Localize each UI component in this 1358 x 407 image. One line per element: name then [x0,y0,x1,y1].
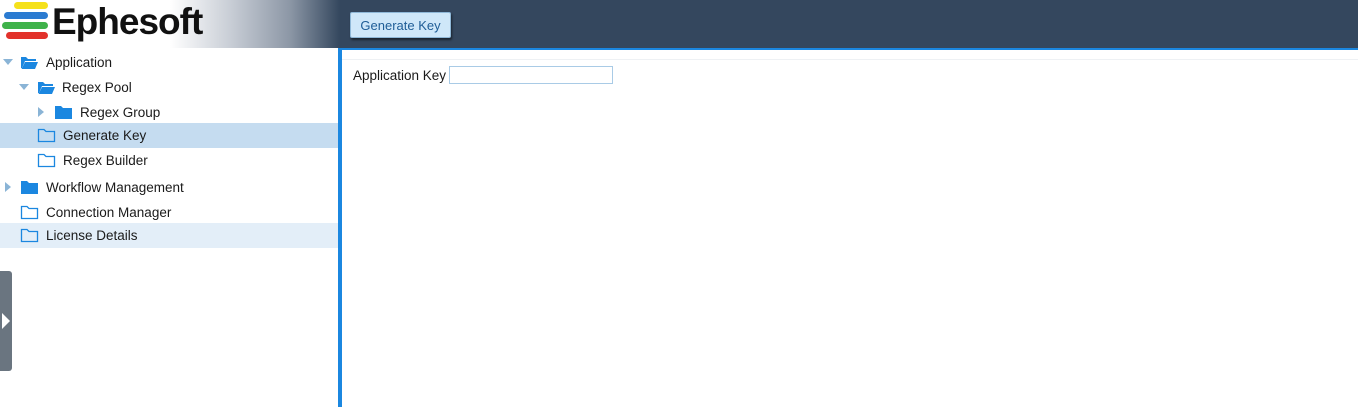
tree-item-generate-key[interactable]: Generate Key [0,123,338,148]
tree-item-label: License Details [46,228,138,243]
tree-item-label: Generate Key [63,128,147,143]
chevron-right-icon[interactable] [2,313,10,329]
application-key-input[interactable] [449,66,613,84]
expand-down-icon[interactable] [3,56,13,68]
folder-open-icon [21,57,38,69]
tree-item-label: Application [46,55,113,70]
application-key-label: Application Key [353,68,447,83]
tree-item-workflow-management[interactable]: Workflow Management [0,175,338,200]
tree-item-connection-manager[interactable]: Connection Manager [0,200,338,225]
logo-stripes-icon [2,2,48,39]
tree-item-application[interactable]: Application [0,50,338,75]
content-divider [342,59,1358,60]
tree-item-label: Connection Manager [46,205,172,220]
folder-outline-icon [37,128,56,143]
generate-key-button[interactable]: Generate Key [350,12,451,38]
folder-filled-icon [21,181,38,194]
tree-item-license-details[interactable]: License Details [0,223,338,248]
expand-side-panel-handle[interactable] [0,271,12,371]
folder-open-icon [38,82,55,94]
app-header: Ephesoft Generate Key [0,0,1358,48]
navigation-tree: Application Regex Pool Regex Group Gener… [0,48,338,407]
tree-item-regex-pool[interactable]: Regex Pool [0,75,338,100]
folder-filled-icon [55,106,72,119]
expand-right-icon[interactable] [36,106,46,118]
folder-outline-icon [37,153,56,168]
folder-outline-icon [20,228,39,243]
folder-outline-icon [20,205,39,220]
tree-item-label: Regex Group [80,105,161,120]
tree-item-regex-group[interactable]: Regex Group [0,100,338,125]
tree-item-regex-builder[interactable]: Regex Builder [0,148,338,173]
tree-item-label: Workflow Management [46,180,184,195]
logo-text: Ephesoft [52,1,203,42]
ephesoft-logo: Ephesoft [0,0,340,48]
expand-right-icon[interactable] [3,181,13,193]
content-panel: Application Key [342,50,1358,407]
expand-down-icon[interactable] [19,81,29,93]
tree-item-label: Regex Builder [63,153,148,168]
tree-item-label: Regex Pool [62,80,132,95]
